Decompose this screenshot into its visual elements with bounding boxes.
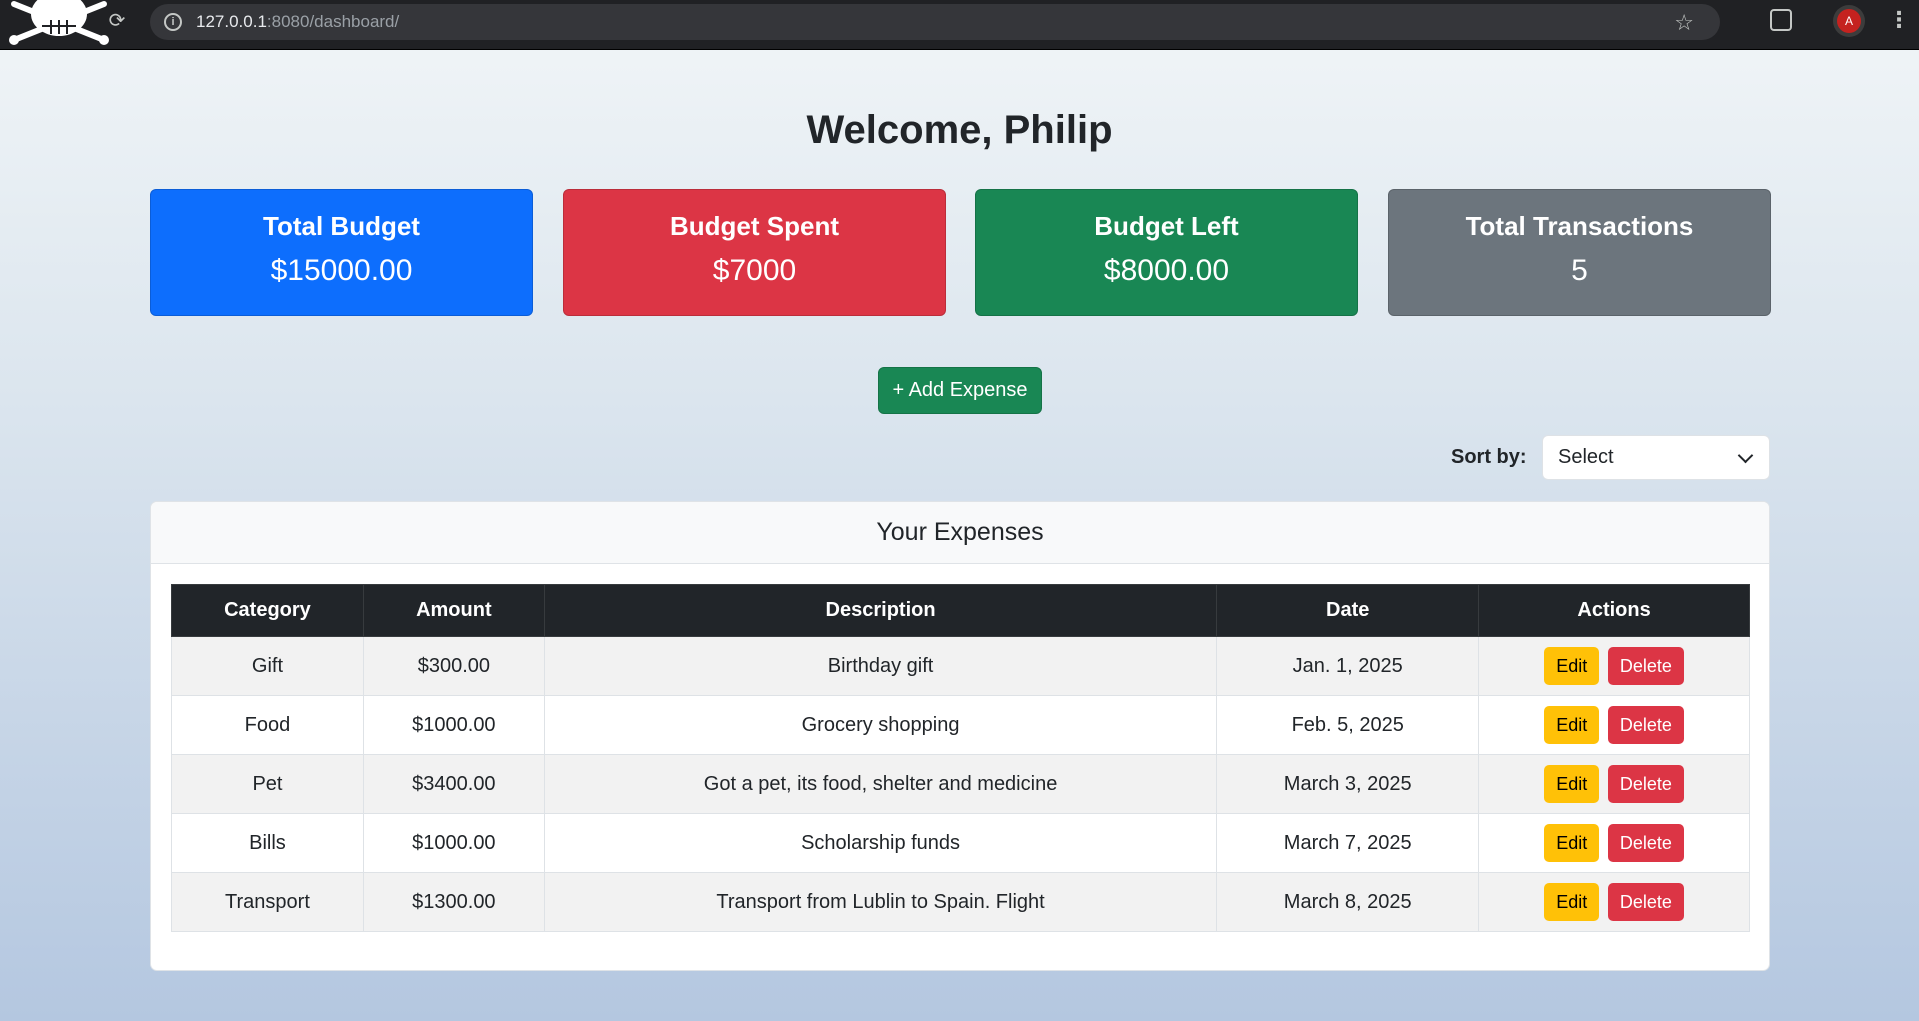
actions-cell: Edit Delete: [1478, 813, 1750, 873]
card-label: Total Budget: [263, 211, 420, 241]
delete-button[interactable]: Delete: [1607, 765, 1684, 803]
delete-button[interactable]: Delete: [1607, 824, 1684, 862]
card-label: Total Transactions: [1465, 211, 1694, 241]
edit-button[interactable]: Edit: [1544, 883, 1600, 921]
card-value: 5: [1571, 254, 1588, 287]
table-row: Gift $300.00 Birthday gift Jan. 1, 2025 …: [171, 636, 1750, 696]
amount-cell: $300.00: [362, 636, 545, 696]
budget-left-card: Budget Left $8000.00: [975, 189, 1358, 316]
chevron-down-icon: [1737, 447, 1754, 464]
edit-button[interactable]: Edit: [1544, 647, 1600, 685]
delete-button[interactable]: Delete: [1607, 883, 1684, 921]
card-value: $8000.00: [1103, 254, 1230, 287]
card-value: $7000: [712, 254, 797, 287]
expenses-panel-title: Your Expenses: [151, 502, 1769, 564]
delete-button[interactable]: Delete: [1607, 706, 1684, 744]
actions-cell: Edit Delete: [1478, 636, 1750, 696]
profile-avatar[interactable]: A: [1837, 9, 1861, 33]
reload-icon[interactable]: ⟳: [106, 10, 128, 32]
amount-cell: $1000.00: [362, 813, 545, 873]
category-cell: Transport: [171, 872, 364, 932]
jolly-roger-logo-icon: [9, 0, 109, 45]
delete-button[interactable]: Delete: [1607, 647, 1684, 685]
date-cell: March 7, 2025: [1216, 813, 1480, 873]
expenses-table: Category Amount Description Date Actions…: [171, 584, 1750, 932]
sort-label: Sort by:: [1451, 446, 1527, 468]
edit-button[interactable]: Edit: [1544, 706, 1600, 744]
table-row: Pet $3400.00 Got a pet, its food, shelte…: [171, 754, 1750, 814]
category-cell: Gift: [171, 636, 364, 696]
browser-menu-icon[interactable]: ⋮: [1888, 8, 1910, 32]
table-row: Transport $1300.00 Transport from Lublin…: [171, 872, 1750, 932]
amount-cell: $3400.00: [362, 754, 545, 814]
table-row: Food $1000.00 Grocery shopping Feb. 5, 2…: [171, 695, 1750, 755]
bookmark-star-icon[interactable]: ☆: [1674, 10, 1694, 36]
date-cell: Feb. 5, 2025: [1216, 695, 1480, 755]
edit-button[interactable]: Edit: [1544, 765, 1600, 803]
summary-cards: Total Budget $15000.00 Budget Spent $700…: [150, 189, 1771, 317]
expenses-panel: Your Expenses Category Amount Descriptio…: [150, 501, 1770, 971]
description-cell: Birthday gift: [543, 636, 1218, 696]
column-header-category: Category: [171, 584, 364, 637]
column-header-date: Date: [1216, 584, 1480, 637]
description-cell: Scholarship funds: [543, 813, 1218, 873]
table-row: Bills $1000.00 Scholarship funds March 7…: [171, 813, 1750, 873]
description-cell: Got a pet, its food, shelter and medicin…: [543, 754, 1218, 814]
column-header-actions: Actions: [1478, 584, 1750, 637]
add-expense-button[interactable]: + Add Expense: [878, 367, 1042, 414]
edit-button[interactable]: Edit: [1544, 824, 1600, 862]
date-cell: Jan. 1, 2025: [1216, 636, 1480, 696]
budget-spent-card: Budget Spent $7000: [563, 189, 946, 316]
category-cell: Bills: [171, 813, 364, 873]
sort-selected-value: Select: [1558, 446, 1614, 468]
site-info-icon[interactable]: i: [164, 13, 182, 31]
browser-toolbar: ⟳ i 127.0.0.1:8080/dashboard/ ☆ A ⋮: [0, 0, 1919, 50]
total-transactions-card: Total Transactions 5: [1388, 189, 1771, 316]
amount-cell: $1000.00: [362, 695, 545, 755]
category-cell: Food: [171, 695, 364, 755]
category-cell: Pet: [171, 754, 364, 814]
card-label: Budget Left: [1094, 211, 1239, 241]
description-cell: Transport from Lublin to Spain. Flight: [543, 872, 1218, 932]
description-cell: Grocery shopping: [543, 695, 1218, 755]
actions-cell: Edit Delete: [1478, 872, 1750, 932]
date-cell: March 3, 2025: [1216, 754, 1480, 814]
card-label: Budget Spent: [670, 211, 839, 241]
address-bar[interactable]: i 127.0.0.1:8080/dashboard/ ☆: [150, 4, 1720, 40]
total-budget-card: Total Budget $15000.00: [150, 189, 533, 316]
table-header-row: Category Amount Description Date Actions: [171, 584, 1750, 637]
card-value: $15000.00: [270, 254, 413, 287]
page-title: Welcome, Philip: [806, 108, 1113, 152]
extensions-icon[interactable]: [1770, 9, 1792, 31]
actions-cell: Edit Delete: [1478, 754, 1750, 814]
column-header-description: Description: [543, 584, 1218, 637]
amount-cell: $1300.00: [362, 872, 545, 932]
actions-cell: Edit Delete: [1478, 695, 1750, 755]
date-cell: March 8, 2025: [1216, 872, 1480, 932]
column-header-amount: Amount: [362, 584, 545, 637]
url-text: 127.0.0.1:8080/dashboard/: [196, 12, 400, 31]
sort-select[interactable]: Select: [1542, 435, 1770, 480]
